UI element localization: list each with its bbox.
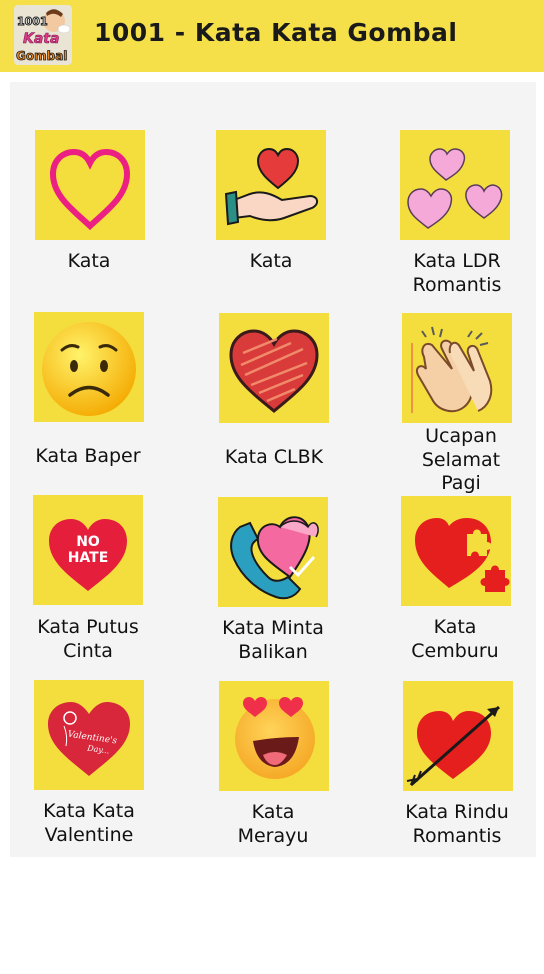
category-tile-kata-kata-valentine[interactable]: Valentine's Day... xyxy=(34,680,144,790)
category-tile-kata-clbk[interactable] xyxy=(219,313,329,423)
app-logo: 1001 Kata Gombal xyxy=(14,5,72,65)
category-tile-ucapan-selamat-pagi[interactable] xyxy=(402,313,512,423)
logo-number: 1001 xyxy=(17,15,48,28)
category-tile-kata-merayu[interactable] xyxy=(219,681,329,791)
no-hate-heart-icon: NO HATE xyxy=(49,519,127,591)
no-hate-line2: HATE xyxy=(68,550,109,566)
valentine-heart-icon: Valentine's Day... xyxy=(48,702,130,776)
category-tile-kata-baper[interactable] xyxy=(34,312,144,422)
category-label[interactable]: Kata xyxy=(191,250,351,274)
category-label[interactable]: Kata CLBK xyxy=(194,446,354,470)
scribble-heart-icon xyxy=(229,329,319,413)
heart-eyes-emoji-icon xyxy=(235,697,315,779)
category-tile-kata-putus-cinta[interactable]: NO HATE xyxy=(33,495,143,605)
category-label[interactable]: Kata Minta Balikan xyxy=(193,617,353,664)
category-label[interactable]: Kata Putus Cinta xyxy=(8,616,168,663)
category-tile-kata-rindu-romantis[interactable] xyxy=(403,681,513,791)
logo-word-kata: Kata xyxy=(23,31,59,47)
category-label[interactable]: Kata Cemburu xyxy=(375,616,535,663)
clapping-hands-icon xyxy=(411,326,493,413)
no-hate-line1: NO xyxy=(76,534,100,550)
phone-heart-icon xyxy=(230,516,319,600)
category-label[interactable]: Kata xyxy=(9,250,169,274)
category-label[interactable]: Kata LDR Romantis xyxy=(377,250,537,297)
heart-outline-icon xyxy=(49,148,131,231)
category-tile-kata[interactable] xyxy=(35,130,145,240)
category-tile-kata-ldr-romantis[interactable] xyxy=(400,130,510,240)
category-label[interactable]: Kata Baper xyxy=(8,445,168,469)
arrow-heart-icon xyxy=(406,705,500,787)
category-tile-kata-minta-balikan[interactable] xyxy=(218,497,328,607)
app-title: 1001 - Kata Kata Gombal xyxy=(94,18,458,47)
three-hearts-icon xyxy=(407,148,503,229)
category-label[interactable]: Ucapan Selamat Pagi xyxy=(381,425,541,496)
category-label[interactable]: Kata Kata Valentine xyxy=(9,800,169,847)
logo-word-gombal: Gombal xyxy=(16,49,67,63)
category-label[interactable]: Kata Rindu Romantis xyxy=(377,801,537,848)
app-bar: 1001 Kata Gombal 1001 - Kata Kata Gombal xyxy=(0,0,544,72)
hand-heart-icon xyxy=(224,147,318,226)
sad-face-icon xyxy=(42,322,136,416)
puzzle-heart-icon xyxy=(415,518,510,592)
category-tile-kata-2[interactable] xyxy=(216,130,326,240)
category-label[interactable]: Kata Merayu xyxy=(193,801,353,848)
category-tile-kata-cemburu[interactable] xyxy=(401,496,511,606)
